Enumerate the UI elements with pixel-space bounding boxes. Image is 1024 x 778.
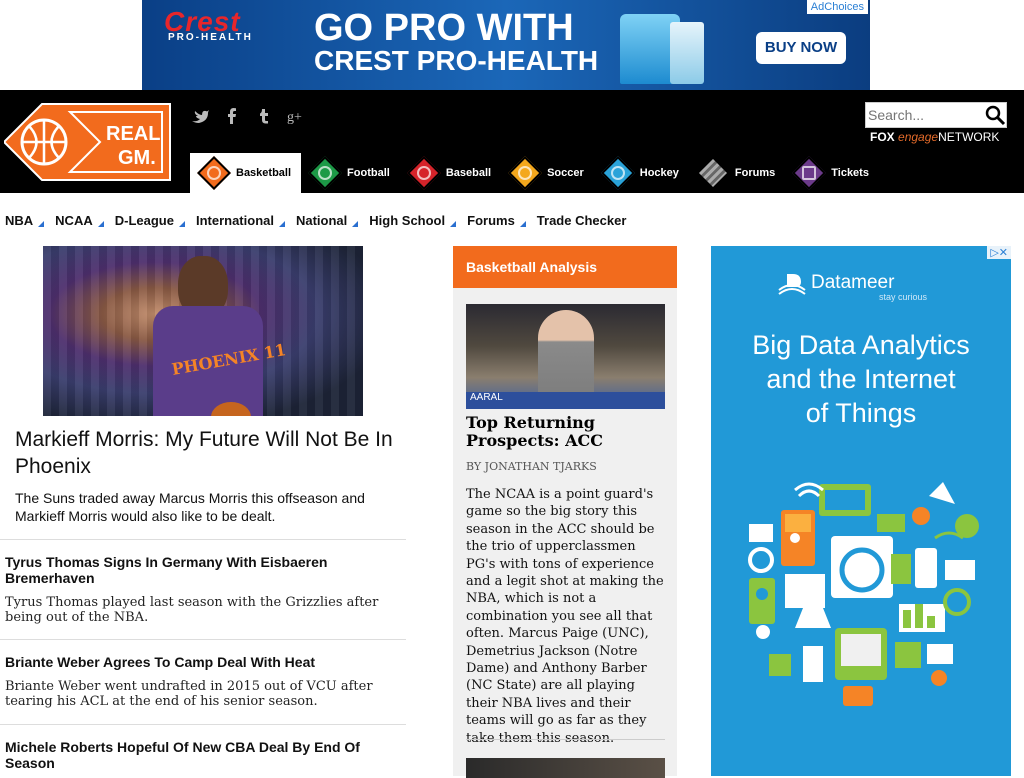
- analysis-header[interactable]: Basketball Analysis: [453, 246, 677, 288]
- search-input[interactable]: [866, 104, 984, 126]
- ad-brand-sub: PRO-HEALTH: [168, 32, 253, 43]
- analysis-headline[interactable]: Top Returning Prospects: ACC: [466, 414, 666, 450]
- story-summary: Briante Weber went undrafted in 2015 out…: [5, 679, 373, 709]
- feature-summary: The Suns traded away Marcus Morris this …: [15, 490, 365, 524]
- subnav-international[interactable]: International: [191, 213, 291, 228]
- forums-icon: [695, 156, 730, 190]
- hockey-icon: [600, 156, 635, 190]
- ad-brand: Datameer: [811, 272, 895, 293]
- dropdown-arrow-icon: [178, 221, 185, 227]
- story-headline[interactable]: Tyrus Thomas Signs In Germany With Eisba…: [5, 554, 401, 586]
- tab-label: Basketball: [236, 167, 292, 179]
- logo-line2: GM.: [118, 147, 156, 169]
- football-icon: [308, 156, 343, 190]
- ad-headline-line1: GO PRO WITH: [314, 7, 574, 49]
- court-banner: AARAL: [466, 392, 665, 409]
- author-link[interactable]: JONATHAN TJARKS: [485, 460, 597, 473]
- sidebar-ad[interactable]: ▷✕ Datameer stay curious Big Data Analyt…: [711, 246, 1011, 776]
- analysis-body: The NCAA is a point guard's game so the …: [466, 487, 664, 746]
- tab-label: Tickets: [831, 167, 869, 179]
- next-analysis-image[interactable]: [466, 758, 665, 778]
- ad-headline-line2: CREST PRO-HEALTH: [314, 45, 599, 76]
- ad-tagline: stay curious: [879, 292, 928, 302]
- search-icon[interactable]: [984, 104, 1006, 126]
- fox-engage-network[interactable]: FOX engageNETWORK: [870, 130, 999, 144]
- iot-icons-illustration: [748, 482, 979, 706]
- tab-forums[interactable]: Forums: [689, 153, 785, 193]
- tumblr-icon[interactable]: [254, 108, 274, 128]
- adchoices-link[interactable]: AdChoices: [806, 0, 868, 14]
- baseball-icon: [406, 156, 441, 190]
- subnav-d-league[interactable]: D-League: [110, 213, 191, 228]
- svg-text:g+: g+: [287, 110, 302, 124]
- engage-text: engage: [898, 130, 939, 144]
- facebook-icon[interactable]: [222, 108, 242, 128]
- subnav-high-school[interactable]: High School: [364, 213, 462, 228]
- tab-label: Hockey: [639, 167, 679, 179]
- sport-nav: Basketball Football Baseball Soccer Hock…: [190, 153, 879, 193]
- subnav-label: High School: [369, 212, 446, 228]
- subnav-label: D-League: [114, 212, 174, 228]
- tab-basketball[interactable]: Basketball: [190, 153, 302, 193]
- subnav-ncaa[interactable]: NCAA: [50, 213, 110, 228]
- search-box: [865, 102, 1007, 128]
- ad-product-image-2: [670, 22, 704, 84]
- tab-tickets[interactable]: Tickets: [785, 153, 879, 193]
- ad-buy-now-button[interactable]: BUY NOW: [756, 32, 846, 64]
- social-links: g+: [190, 108, 306, 128]
- ad-close-icon[interactable]: ▷✕: [987, 246, 1011, 259]
- feature-headline[interactable]: Markieff Morris: My Future Will Not Be I…: [15, 426, 405, 480]
- story-summary: Tyrus Thomas played last season with the…: [5, 595, 379, 625]
- tab-label: Forums: [734, 167, 776, 179]
- network-text: NETWORK: [938, 130, 1000, 144]
- subnav-label: National: [295, 212, 348, 228]
- dropdown-arrow-icon: [278, 221, 285, 227]
- subnav-label: NCAA: [55, 212, 93, 228]
- list-item: Briante Weber Agrees To Camp Deal With H…: [0, 639, 406, 709]
- subnav-trade-checker[interactable]: Trade Checker: [532, 213, 633, 228]
- feature-image[interactable]: PHOENIX 11: [43, 246, 363, 416]
- ad-headline: GO PRO WITH CREST PRO-HEALTH: [314, 7, 599, 76]
- subnav-label: International: [195, 212, 274, 228]
- twitter-icon[interactable]: [190, 108, 210, 128]
- fox-sports-logo: FOX: [870, 130, 895, 144]
- subnav-national[interactable]: National: [291, 213, 364, 228]
- datameer-logo-icon: [778, 274, 806, 295]
- list-item: Tyrus Thomas Signs In Germany With Eisba…: [0, 539, 406, 625]
- top-banner-ad[interactable]: Crest PRO-HEALTH GO PRO WITH CREST PRO-H…: [142, 0, 870, 90]
- logo-line1: REAL: [106, 123, 160, 145]
- site-logo[interactable]: REAL GM.: [2, 102, 172, 182]
- byline: BY JONATHAN TJARKS: [466, 460, 597, 473]
- subnav-label: NBA: [5, 212, 34, 228]
- google-plus-icon[interactable]: g+: [286, 108, 306, 128]
- tab-label: Football: [347, 167, 390, 179]
- story-headline[interactable]: Briante Weber Agrees To Camp Deal With H…: [5, 654, 401, 670]
- list-item: Michele Roberts Hopeful Of New CBA Deal …: [0, 724, 406, 771]
- dropdown-arrow-icon: [38, 221, 45, 227]
- dropdown-arrow-icon: [450, 221, 457, 227]
- story-headline[interactable]: Michele Roberts Hopeful Of New CBA Deal …: [5, 739, 401, 771]
- tab-soccer[interactable]: Soccer: [501, 153, 594, 193]
- tab-label: Baseball: [445, 167, 492, 179]
- byline-prefix: BY: [466, 460, 482, 473]
- tab-hockey[interactable]: Hockey: [594, 153, 689, 193]
- subnav-label: Trade Checker: [536, 212, 627, 228]
- analysis-image[interactable]: AARAL: [466, 304, 665, 409]
- tab-label: Soccer: [547, 167, 584, 179]
- ticket-icon: [792, 156, 827, 190]
- dropdown-arrow-icon: [352, 221, 359, 227]
- analysis-column: Basketball Analysis AARAL Top Returning …: [453, 246, 677, 778]
- soccer-icon: [508, 156, 543, 190]
- dropdown-arrow-icon: [97, 221, 104, 227]
- dropdown-arrow-icon: [519, 221, 526, 227]
- subnav-label: Forums: [467, 212, 515, 228]
- tab-football[interactable]: Football: [301, 153, 400, 193]
- tab-baseball[interactable]: Baseball: [400, 153, 501, 193]
- divider: [466, 739, 665, 740]
- subnav-forums[interactable]: Forums: [462, 213, 532, 228]
- sub-nav: NBA NCAA D-League International National…: [0, 208, 632, 232]
- basketball-icon: [197, 156, 231, 190]
- ad-headline: Big Data Analytics and the Internet of T…: [752, 330, 970, 428]
- subnav-nba[interactable]: NBA: [0, 213, 50, 228]
